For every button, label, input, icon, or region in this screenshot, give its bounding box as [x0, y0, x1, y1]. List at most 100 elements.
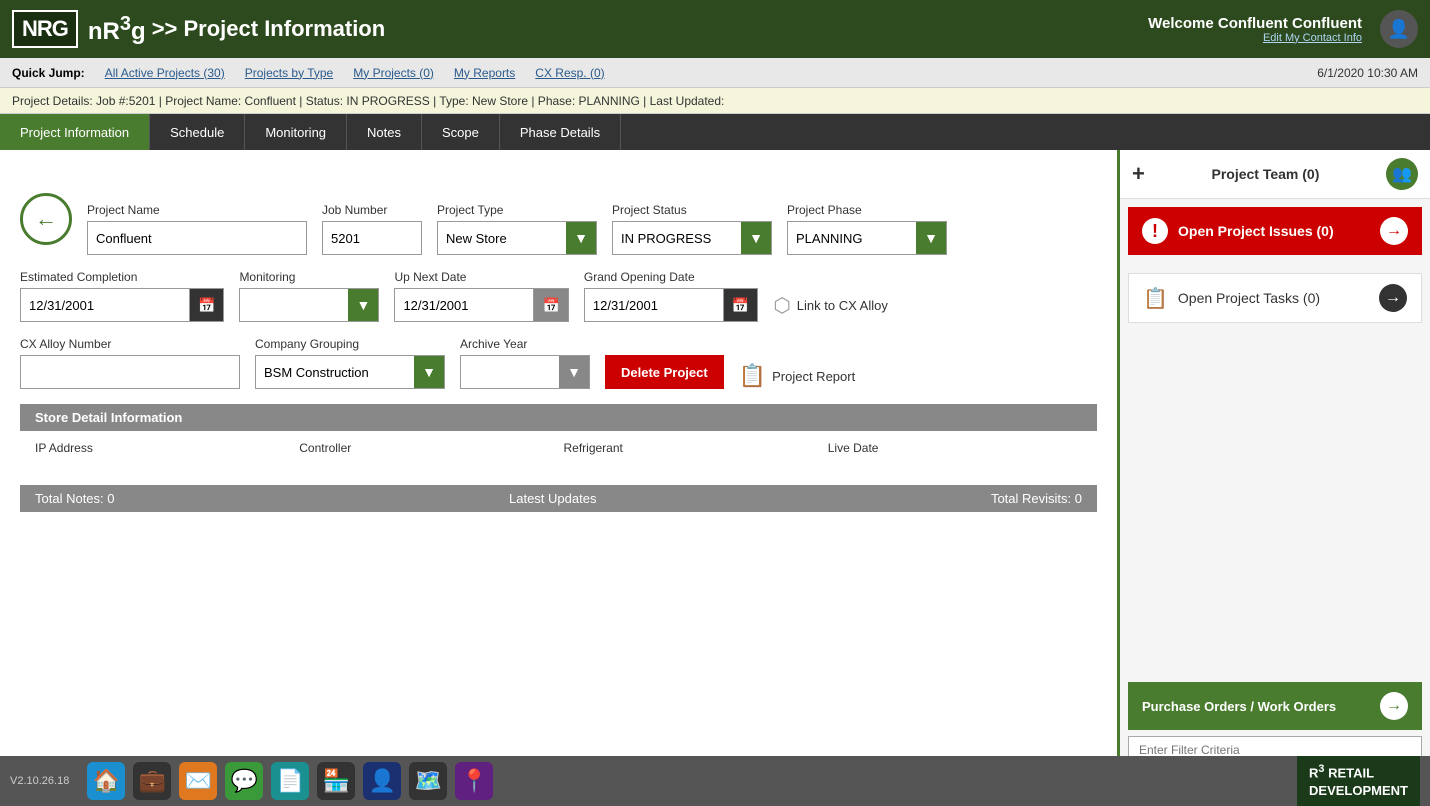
archive-year-select[interactable]: 2020 2021 — [461, 356, 559, 388]
up-next-date-calendar-btn[interactable]: 📅 — [534, 288, 568, 322]
project-status-dropdown-arrow: ▼ — [741, 222, 771, 254]
right-panel-header: + Project Team (0) 👥 — [1120, 150, 1430, 199]
company-grouping-select[interactable]: BSM Construction Other — [256, 356, 414, 388]
project-phase-select[interactable]: PLANNING DESIGN INSTALL COMPLETE — [788, 222, 916, 254]
taskbar-icon-location[interactable]: 📍 — [455, 762, 493, 800]
issues-arrow-button[interactable]: → — [1380, 217, 1408, 245]
logo-box: NRG — [12, 10, 78, 48]
quickjump-my-reports[interactable]: My Reports — [454, 66, 515, 80]
grand-opening-date-label: Grand Opening Date — [584, 270, 758, 284]
ip-address-col: IP Address — [35, 441, 289, 455]
delete-project-button[interactable]: Delete Project — [605, 355, 724, 389]
project-name-input[interactable] — [87, 221, 307, 255]
project-name-group: Project Name — [87, 203, 307, 255]
job-number-input[interactable] — [322, 221, 422, 255]
tab-notes[interactable]: Notes — [347, 114, 422, 150]
monitoring-select[interactable]: Yes No — [240, 289, 348, 321]
cx-alloy-icon: ⬡ — [773, 293, 790, 318]
right-panel: + Project Team (0) 👥 ! Open Project Issu… — [1120, 150, 1430, 770]
controller-col: Controller — [299, 441, 553, 455]
purchase-orders-label: Purchase Orders / Work Orders — [1142, 699, 1380, 714]
tab-schedule[interactable]: Schedule — [150, 114, 245, 150]
project-phase-label: Project Phase — [787, 203, 947, 217]
taskbar-icon-briefcase[interactable]: 💼 — [133, 762, 171, 800]
tab-project-information[interactable]: Project Information — [0, 114, 150, 150]
company-grouping-dropdown-arrow: ▼ — [414, 356, 444, 388]
tab-bar: Project Information Schedule Monitoring … — [0, 114, 1430, 150]
grand-opening-date-calendar-btn[interactable]: 📅 — [724, 288, 758, 322]
main-layout: ← Project Name Job Number Project Type — [0, 150, 1430, 770]
project-status-select[interactable]: IN PROGRESS COMPLETE ON HOLD — [613, 222, 741, 254]
up-next-date-input[interactable] — [394, 288, 534, 322]
link-cx-alloy-button[interactable]: ⬡ Link to CX Alloy — [773, 293, 888, 318]
cx-alloy-number-input[interactable] — [20, 355, 240, 389]
taskbar-icon-user[interactable]: 👤 — [363, 762, 401, 800]
quickjump-cx-resp[interactable]: CX Resp. (0) — [535, 66, 604, 80]
project-details-text: Project Details: Job #:5201 | Project Na… — [12, 94, 724, 108]
open-issues-label: Open Project Issues (0) — [1178, 223, 1380, 239]
taskbar-icon-map[interactable]: 🗺️ — [409, 762, 447, 800]
estimated-completion-input[interactable] — [20, 288, 190, 322]
back-button[interactable]: ← — [20, 193, 72, 245]
purchase-orders-arrow[interactable]: → — [1380, 692, 1408, 720]
total-revisits: Total Revisits: 0 — [991, 491, 1082, 506]
quickjump-all-active[interactable]: All Active Projects (30) — [105, 66, 225, 80]
header-title: >> Project Information — [152, 16, 386, 42]
project-type-label: Project Type — [437, 203, 597, 217]
project-report-icon: 📋 — [739, 363, 766, 389]
quickjump-my-projects[interactable]: My Projects (0) — [353, 66, 434, 80]
issues-warning-icon: ! — [1142, 218, 1168, 244]
tab-phase-details[interactable]: Phase Details — [500, 114, 621, 150]
store-detail-section: Store Detail Information IP Address Cont… — [20, 404, 1097, 465]
header-right: Welcome Confluent Confluent Edit My Cont… — [1148, 15, 1362, 44]
version-label: V2.10.26.18 — [10, 775, 69, 787]
welcome-text: Welcome Confluent Confluent — [1148, 15, 1362, 32]
archive-year-group: Archive Year 2020 2021 ▼ — [460, 337, 590, 389]
open-project-issues-bar[interactable]: ! Open Project Issues (0) → — [1128, 207, 1422, 255]
project-phase-dropdown-arrow: ▼ — [916, 222, 946, 254]
taskbar-icon-mail[interactable]: ✉️ — [179, 762, 217, 800]
project-team-label: Project Team (0) — [1211, 166, 1319, 182]
tab-scope[interactable]: Scope — [422, 114, 500, 150]
job-number-group: Job Number — [322, 203, 422, 255]
taskbar-icon-document[interactable]: 📄 — [271, 762, 309, 800]
estimated-completion-calendar-btn[interactable]: 📅 — [190, 288, 224, 322]
team-avatar-button[interactable]: 👥 — [1386, 158, 1418, 190]
job-number-label: Job Number — [322, 203, 422, 217]
grand-opening-date-input[interactable] — [584, 288, 724, 322]
purchase-orders-bar[interactable]: Purchase Orders / Work Orders → — [1128, 682, 1422, 730]
project-type-dropdown-arrow: ▼ — [566, 222, 596, 254]
tasks-arrow-button[interactable]: → — [1379, 284, 1407, 312]
quickjump-by-type[interactable]: Projects by Type — [245, 66, 334, 80]
project-report-button[interactable]: 📋 Project Report — [739, 363, 856, 389]
estimated-completion-input-group: 📅 — [20, 288, 224, 322]
archive-year-label: Archive Year — [460, 337, 590, 351]
taskbar-icon-chat[interactable]: 💬 — [225, 762, 263, 800]
archive-year-dropdown-arrow: ▼ — [559, 356, 589, 388]
project-status-group: Project Status IN PROGRESS COMPLETE ON H… — [612, 203, 772, 255]
taskbar-icon-home[interactable]: 🏠 — [87, 762, 125, 800]
datetime-display: 6/1/2020 10:30 AM — [1317, 66, 1418, 80]
form-area: ← Project Name Job Number Project Type — [0, 150, 1117, 527]
up-next-date-label: Up Next Date — [394, 270, 568, 284]
grand-opening-date-group: Grand Opening Date 📅 — [584, 270, 758, 322]
taskbar-icon-store[interactable]: 🏪 — [317, 762, 355, 800]
project-type-select[interactable]: New Store Retrofit Service — [438, 222, 566, 254]
app-logo-text: nR3g — [88, 13, 146, 46]
quickjump-label: Quick Jump: — [12, 66, 85, 80]
form-row-3: CX Alloy Number Company Grouping BSM Con… — [20, 337, 1097, 389]
total-notes: Total Notes: 0 — [35, 491, 115, 506]
project-status-label: Project Status — [612, 203, 772, 217]
link-cx-alloy-label: Link to CX Alloy — [797, 298, 888, 313]
project-details-bar: Project Details: Job #:5201 | Project Na… — [0, 88, 1430, 114]
estimated-completion-label: Estimated Completion — [20, 270, 224, 284]
add-team-member-button[interactable]: + — [1132, 161, 1145, 187]
edit-contact-link[interactable]: Edit My Contact Info — [1148, 32, 1362, 44]
project-report-label: Project Report — [772, 369, 855, 384]
open-project-tasks-bar[interactable]: 📋 Open Project Tasks (0) → — [1128, 273, 1422, 323]
project-phase-group: Project Phase PLANNING DESIGN INSTALL CO… — [787, 203, 947, 255]
tab-monitoring[interactable]: Monitoring — [245, 114, 347, 150]
project-type-select-wrapper: New Store Retrofit Service ▼ — [437, 221, 597, 255]
latest-updates-label: Latest Updates — [509, 491, 596, 506]
notes-updates-bar: Total Notes: 0 Latest Updates Total Revi… — [20, 485, 1097, 512]
